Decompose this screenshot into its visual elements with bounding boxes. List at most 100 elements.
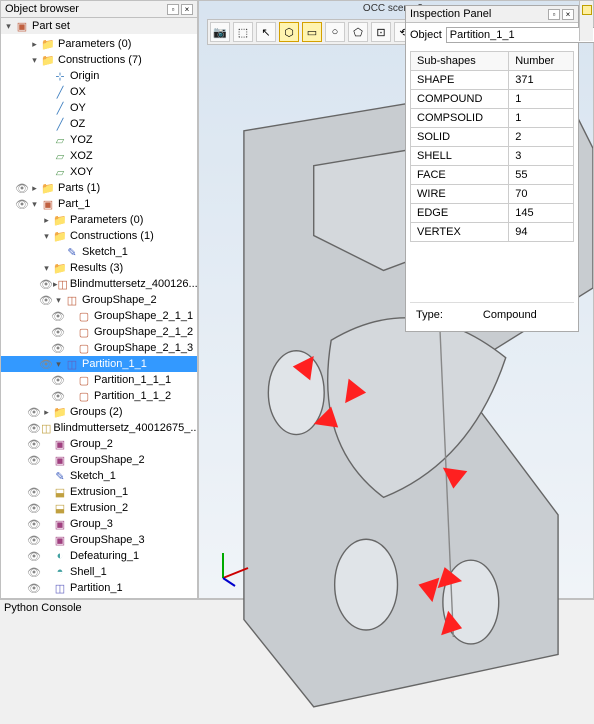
tree-item[interactable]: ▱YOZ <box>1 132 197 148</box>
object-input[interactable] <box>446 27 594 43</box>
tree-item[interactable]: ▸📁Parameters (0) <box>1 36 197 52</box>
tree-item-label: Sketch_1 <box>70 470 116 482</box>
tree-item-label: Group_2 <box>70 438 113 450</box>
tree-item[interactable]: 👁⬓Extrusion_2 <box>1 500 197 516</box>
visibility-icon[interactable]: 👁 <box>27 582 41 595</box>
tree-item[interactable]: 👁▣GroupShape_3 <box>1 532 197 548</box>
tree-item[interactable]: ▱XOY <box>1 164 197 180</box>
visibility-icon[interactable]: 👁 <box>27 502 41 515</box>
tree-item[interactable]: 👁▣Group_2 <box>1 436 197 452</box>
tree-item[interactable]: ╱OX <box>1 84 197 100</box>
fit-icon[interactable]: ⊡ <box>371 22 391 42</box>
tree-item[interactable]: 👁▣Group_3 <box>1 516 197 532</box>
tree-item[interactable]: 👁◓Shell_1 <box>1 564 197 580</box>
table-row: SOLID2 <box>411 128 574 147</box>
tree-item[interactable]: 👁▢Partition_1_1_2 <box>1 388 197 404</box>
tree-item[interactable]: 👁▾◫GroupShape_2 <box>1 292 197 308</box>
tree-item[interactable]: ▾📁Constructions (1) <box>1 228 197 244</box>
tree-item[interactable]: 👁▣GroupShape_2 <box>1 452 197 468</box>
tree-item[interactable]: ✎Sketch_1 <box>1 468 197 484</box>
tree-item-label: Blindmuttersetz_400126... <box>70 278 197 290</box>
visibility-icon[interactable]: 👁 <box>51 374 65 387</box>
tree-root[interactable]: ▾ ▣ Part set <box>1 18 197 34</box>
visibility-icon[interactable]: 👁 <box>27 486 41 499</box>
tree-item-label: Part_1 <box>58 198 90 210</box>
type-label: Type: <box>416 309 443 321</box>
tree-item-label: OX <box>70 86 86 98</box>
tree-item[interactable]: ▱XOZ <box>1 148 197 164</box>
tree-item[interactable]: 👁▸📁Groups (2) <box>1 404 197 420</box>
tree-item-label: GroupShape_2_1_2 <box>94 326 193 338</box>
visibility-icon[interactable]: 👁 <box>51 342 65 355</box>
visibility-icon[interactable]: 👁 <box>27 406 41 419</box>
tree-item[interactable]: 👁▾◫Partition_1_1 <box>1 356 197 372</box>
circle-sel-icon[interactable]: ○ <box>325 22 345 42</box>
tree-item-label: Parameters (0) <box>58 38 131 50</box>
visibility-icon[interactable]: 👁 <box>51 310 65 323</box>
dump-icon[interactable]: 📷 <box>210 22 230 42</box>
table-row: EDGE145 <box>411 204 574 223</box>
visibility-icon[interactable]: 👁 <box>15 182 29 195</box>
rect-sel-icon[interactable]: ▭ <box>302 22 322 42</box>
tree-item[interactable]: 👁◫Blindmuttersetz_40012675_... <box>1 420 197 436</box>
tree-item[interactable]: ▾📁Constructions (7) <box>1 52 197 68</box>
tree-item-label: Blindmuttersetz_40012675_... <box>53 422 197 434</box>
tree-item[interactable]: 👁▾▣Part_1 <box>1 196 197 212</box>
tree-item[interactable]: ⊹Origin <box>1 68 197 84</box>
tree-item-label: Origin <box>70 70 99 82</box>
tool-icon[interactable] <box>582 5 592 15</box>
tree-item[interactable]: 👁◐Defeaturing_1 <box>1 548 197 564</box>
poly-icon[interactable]: ⬠ <box>348 22 368 42</box>
close-icon[interactable]: × <box>181 4 193 15</box>
cursor-icon[interactable]: ↖ <box>256 22 276 42</box>
visibility-icon[interactable]: 👁 <box>15 198 29 211</box>
axis-triad-icon[interactable] <box>213 548 253 588</box>
col-subshapes: Sub-shapes <box>411 52 509 71</box>
tree-item[interactable]: 👁▢Partition_1_1_1 <box>1 372 197 388</box>
tree-item-label: Shell_1 <box>70 566 107 578</box>
visibility-icon[interactable]: 👁 <box>39 294 53 307</box>
table-row: SHAPE371 <box>411 71 574 90</box>
dock-icon[interactable]: ▫ <box>548 9 560 20</box>
tree-item[interactable]: 👁⬓Extrusion_1 <box>1 484 197 500</box>
tree-item[interactable]: 👁▢GroupShape_2_1_2 <box>1 324 197 340</box>
visibility-icon[interactable]: 👁 <box>51 390 65 403</box>
tree-item[interactable]: ✎Sketch_1 <box>1 244 197 260</box>
visibility-icon[interactable]: 👁 <box>27 566 41 579</box>
visibility-icon[interactable]: 👁 <box>27 518 41 531</box>
object-browser-panel: Object browser ▫ × ▾ ▣ Part set ▸📁Parame… <box>0 0 198 599</box>
visibility-icon[interactable]: 👁 <box>27 438 41 451</box>
tree-item[interactable]: 👁▸◫Blindmuttersetz_400126... <box>1 276 197 292</box>
visibility-icon[interactable]: 👁 <box>39 358 53 371</box>
tree-item[interactable]: ╱OZ <box>1 116 197 132</box>
object-tree[interactable]: ▸📁Parameters (0)▾📁Constructions (7)⊹Orig… <box>1 34 197 598</box>
inspection-title: Inspection Panel <box>410 8 491 20</box>
polyline-sel-icon[interactable]: ⬡ <box>279 22 299 42</box>
tree-item[interactable]: 👁▢GroupShape_2_1_3 <box>1 340 197 356</box>
tree-item[interactable]: 👁▢GroupShape_2_1_1 <box>1 308 197 324</box>
table-row: COMPOUND1 <box>411 90 574 109</box>
tree-item-label: Defeaturing_1 <box>70 550 139 562</box>
console-title: Python Console <box>4 602 82 614</box>
visibility-icon[interactable]: 👁 <box>27 422 41 435</box>
tree-item[interactable]: 👁◫Partition_1 <box>1 580 197 596</box>
visibility-icon[interactable]: 👁 <box>27 454 41 467</box>
tree-item-label: Partition_1_1 <box>82 358 147 370</box>
interact-icon[interactable]: ⬚ <box>233 22 253 42</box>
tree-item-label: GroupShape_3 <box>70 534 145 546</box>
viewport-3d[interactable]: OCC scene:3 - 📷 ⬚ ↖ ⬡ ▭ ○ ⬠ ⊡ ⟲ <box>198 0 594 599</box>
visibility-icon[interactable]: 👁 <box>39 278 53 291</box>
table-row: WIRE70 <box>411 185 574 204</box>
dock-icon[interactable]: ▫ <box>167 4 179 15</box>
visibility-icon[interactable]: 👁 <box>27 550 41 563</box>
visibility-icon[interactable]: 👁 <box>27 534 41 547</box>
visibility-icon[interactable]: 👁 <box>51 326 65 339</box>
tree-item[interactable]: ╱OY <box>1 100 197 116</box>
tree-item[interactable]: ▸📁Parameters (0) <box>1 212 197 228</box>
table-row: SHELL3 <box>411 147 574 166</box>
tree-item[interactable]: ▾📁Results (3) <box>1 260 197 276</box>
close-icon[interactable]: × <box>562 9 574 20</box>
tree-item[interactable]: 👁▸📁Parts (1) <box>1 180 197 196</box>
tree-item-label: Partition_1_1_1 <box>94 374 171 386</box>
tree-item-label: Sketch_1 <box>82 246 128 258</box>
